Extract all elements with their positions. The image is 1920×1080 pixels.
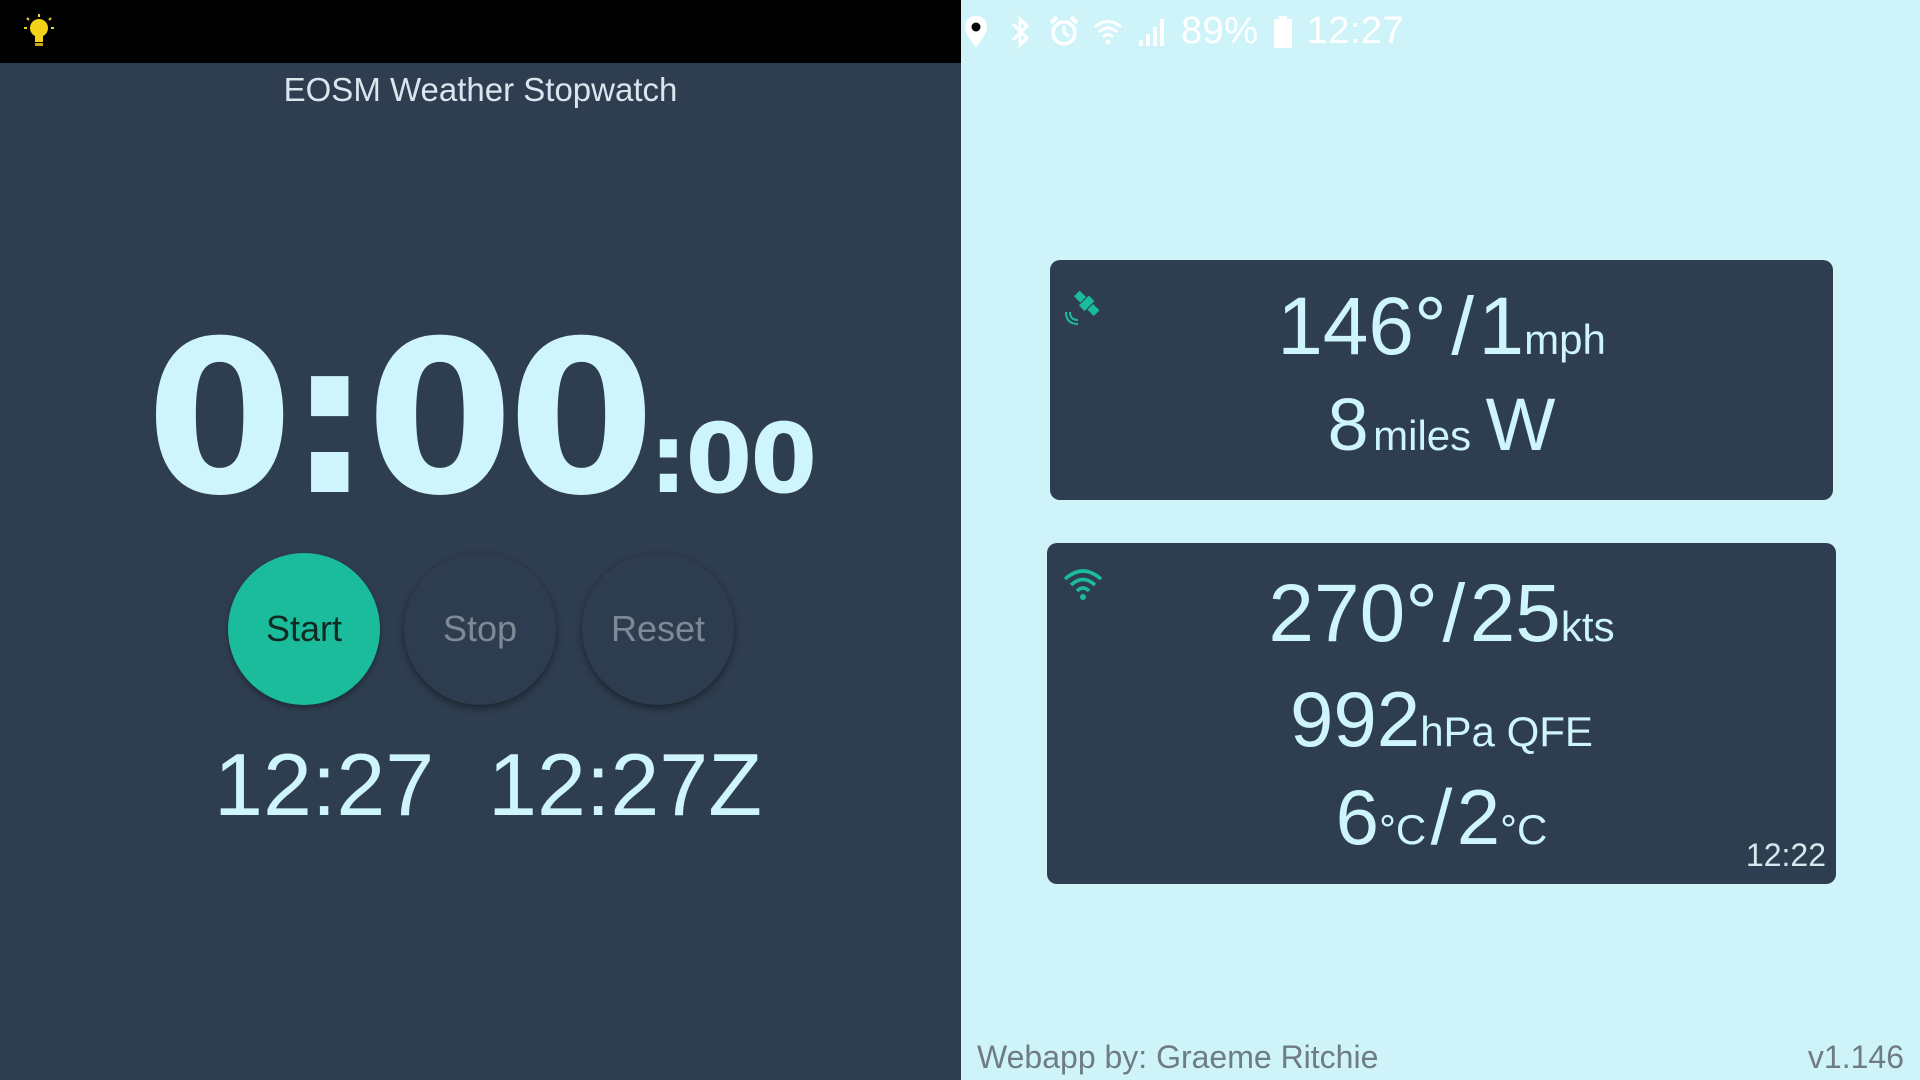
gps-bearing: W bbox=[1485, 383, 1556, 466]
zulu-time: 12:27Z bbox=[488, 735, 762, 834]
gps-distance-unit: miles bbox=[1373, 412, 1472, 459]
credit-text: Webapp by: Graeme Ritchie bbox=[977, 1039, 1379, 1075]
stop-button[interactable]: Stop bbox=[404, 553, 556, 705]
temperature-line: 6°C / 2°C bbox=[1047, 778, 1836, 856]
station-wind-direction: 270° bbox=[1268, 568, 1438, 659]
pressure-value: 992 bbox=[1290, 675, 1421, 763]
status-bar: 89% 12:27 bbox=[0, 0, 1920, 63]
battery-percent: 89% bbox=[1181, 10, 1259, 52]
signal-icon bbox=[1139, 18, 1164, 46]
dewpoint-unit: °C bbox=[1500, 806, 1548, 853]
battery-icon bbox=[1273, 15, 1292, 48]
status-icons: 89% 12:27 bbox=[961, 0, 1920, 63]
last-updated-time: 12:22 bbox=[1745, 837, 1826, 873]
stopwatch-panel: EOSM Weather Stopwatch 0:00:00 Start Sto… bbox=[0, 63, 961, 1080]
stopwatch-seconds: :00 bbox=[649, 403, 817, 515]
location-icon bbox=[965, 15, 987, 47]
station-separator: / bbox=[1442, 568, 1466, 659]
wifi-icon bbox=[1094, 19, 1122, 44]
local-time: 12:27 bbox=[214, 735, 435, 834]
gps-wind-speed: 1 bbox=[1478, 281, 1525, 372]
temperature-value: 6 bbox=[1335, 773, 1380, 861]
gps-separator: / bbox=[1451, 281, 1475, 372]
gps-wind-card: 146° / 1mph 8 miles W bbox=[1050, 260, 1833, 500]
gps-wind-unit: mph bbox=[1524, 316, 1606, 363]
version-text: v1.146 bbox=[1807, 1039, 1904, 1075]
pressure-line: 992hPa QFE bbox=[1047, 680, 1836, 758]
gps-distance-line: 8 miles W bbox=[1050, 388, 1833, 462]
weather-panel: 146° / 1mph 8 miles W 270° / 25kts 992hP… bbox=[961, 63, 1920, 1080]
station-wind-speed: 25 bbox=[1469, 568, 1561, 659]
temperature-unit: °C bbox=[1379, 806, 1427, 853]
pressure-unit: hPa QFE bbox=[1420, 708, 1593, 755]
gps-wind-direction: 146° bbox=[1277, 281, 1447, 372]
temperature-separator: / bbox=[1430, 773, 1453, 861]
station-wind-line: 270° / 25kts bbox=[1047, 573, 1836, 655]
start-button[interactable]: Start bbox=[228, 553, 380, 705]
station-weather-card: 270° / 25kts 992hPa QFE 6°C / 2°C 12:22 bbox=[1047, 543, 1836, 884]
lightbulb-icon bbox=[24, 14, 54, 46]
status-time: 12:27 bbox=[1306, 10, 1405, 52]
stopwatch-display: 0:00:00 bbox=[0, 313, 961, 525]
reset-button[interactable]: Reset bbox=[582, 553, 734, 705]
station-wind-unit: kts bbox=[1560, 603, 1615, 650]
dewpoint-value: 2 bbox=[1456, 773, 1501, 861]
gps-distance: 8 bbox=[1327, 383, 1369, 466]
bluetooth-icon bbox=[1011, 14, 1030, 49]
gps-wind-line: 146° / 1mph bbox=[1050, 286, 1833, 368]
app-title: EOSM Weather Stopwatch bbox=[283, 71, 678, 108]
alarm-icon bbox=[1049, 15, 1079, 46]
stopwatch-main: 0:00 bbox=[145, 295, 655, 542]
